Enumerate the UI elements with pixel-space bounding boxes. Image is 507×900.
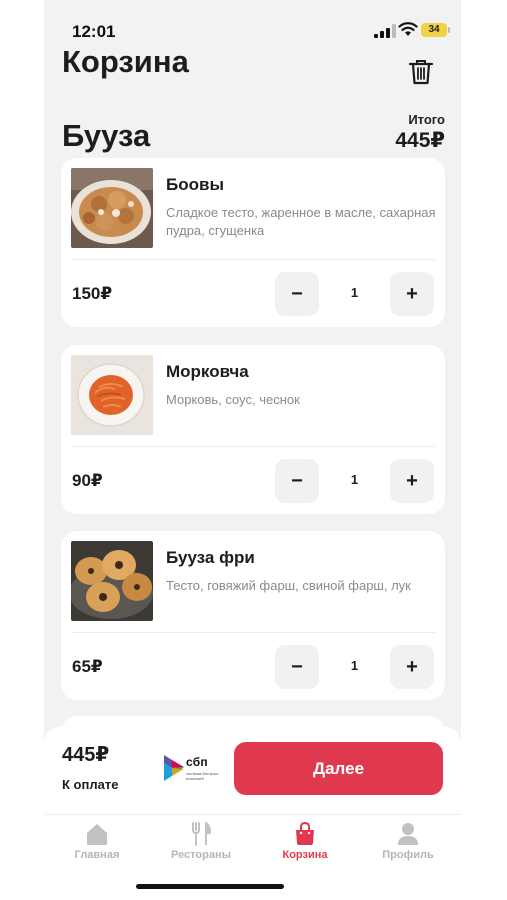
increase-quantity-button[interactable]: + xyxy=(390,645,434,689)
total-label: Итого xyxy=(408,112,445,127)
fork-knife-icon xyxy=(192,822,211,846)
item-description: Морковь, соус, чеснок xyxy=(166,392,300,407)
tab-label: Профиль xyxy=(382,849,434,861)
item-description: Тесто, говяжий фарш, свиной фарш, лук xyxy=(166,578,411,593)
wifi-icon xyxy=(398,22,418,36)
item-photo-boovy xyxy=(71,168,153,248)
payment-amount: 445₽ xyxy=(62,744,110,766)
item-quantity: 1 xyxy=(350,285,359,300)
decrease-quantity-button[interactable]: − xyxy=(275,645,319,689)
app-screen: 12:01 34 Корзина Бууза Итого 445₽ Боовы … xyxy=(44,0,461,900)
tab-profile[interactable]: Профиль xyxy=(363,821,453,861)
divider xyxy=(71,259,435,260)
cart-item: Боовы Сладкое тесто, жаренное в масле, с… xyxy=(61,158,445,327)
item-price: 65₽ xyxy=(72,657,103,676)
tab-cart[interactable]: Корзина xyxy=(260,821,350,861)
cellular-signal-icon xyxy=(374,24,396,38)
item-name: Морковча xyxy=(166,362,249,381)
item-quantity: 1 xyxy=(350,472,359,487)
increase-quantity-button[interactable]: + xyxy=(390,459,434,503)
item-quantity: 1 xyxy=(350,658,359,673)
cart-item: Морковча Морковь, соус, чеснок 90₽ − 1 + xyxy=(61,345,445,514)
decrease-quantity-button[interactable]: − xyxy=(275,272,319,316)
item-name: Бууза фри xyxy=(166,548,255,567)
status-bar: 12:01 34 xyxy=(44,0,461,44)
tab-label: Корзина xyxy=(282,849,328,861)
home-icon xyxy=(87,824,107,845)
home-indicator xyxy=(136,884,284,889)
status-time: 12:01 xyxy=(72,22,116,41)
restaurant-title: Бууза xyxy=(62,118,151,153)
checkout-bar: 445₽ К оплате сбп система быстрых платеж… xyxy=(44,726,461,814)
divider xyxy=(71,446,435,447)
sbp-logo: сбп система быстрых платежей xyxy=(164,752,222,784)
order-total: Итого 445₽ xyxy=(395,112,445,153)
trash-icon[interactable] xyxy=(408,58,434,86)
sbp-logo-text: сбп xyxy=(186,755,208,769)
sbp-logo-subtext: система быстрых платежей xyxy=(186,771,219,781)
tab-label: Рестораны xyxy=(171,849,231,861)
tab-restaurants[interactable]: Рестораны xyxy=(156,821,246,861)
tab-label: Главная xyxy=(74,849,120,861)
battery-indicator: 34 xyxy=(421,23,450,37)
item-price: 150₽ xyxy=(72,284,113,303)
decrease-quantity-button[interactable]: − xyxy=(275,459,319,503)
payment-amount-label: К оплате xyxy=(62,777,119,792)
tab-home[interactable]: Главная xyxy=(52,821,142,861)
total-value: 445₽ xyxy=(395,129,445,152)
item-price: 90₽ xyxy=(72,471,103,490)
cart-item: Бууза фри Тесто, говяжий фарш, свиной фа… xyxy=(61,531,445,700)
item-photo-buuza-fri xyxy=(71,541,153,621)
item-photo-morkovcha xyxy=(71,355,153,435)
page-title: Корзина xyxy=(62,44,189,79)
item-name: Боовы xyxy=(166,175,224,194)
sbp-logo-icon xyxy=(164,755,184,781)
user-icon xyxy=(398,823,418,845)
item-description: Сладкое тесто, жаренное в масле, сахарна… xyxy=(166,205,436,238)
bag-icon xyxy=(296,821,314,845)
increase-quantity-button[interactable]: + xyxy=(390,272,434,316)
divider xyxy=(71,632,435,633)
next-button[interactable]: Далее xyxy=(234,742,443,795)
